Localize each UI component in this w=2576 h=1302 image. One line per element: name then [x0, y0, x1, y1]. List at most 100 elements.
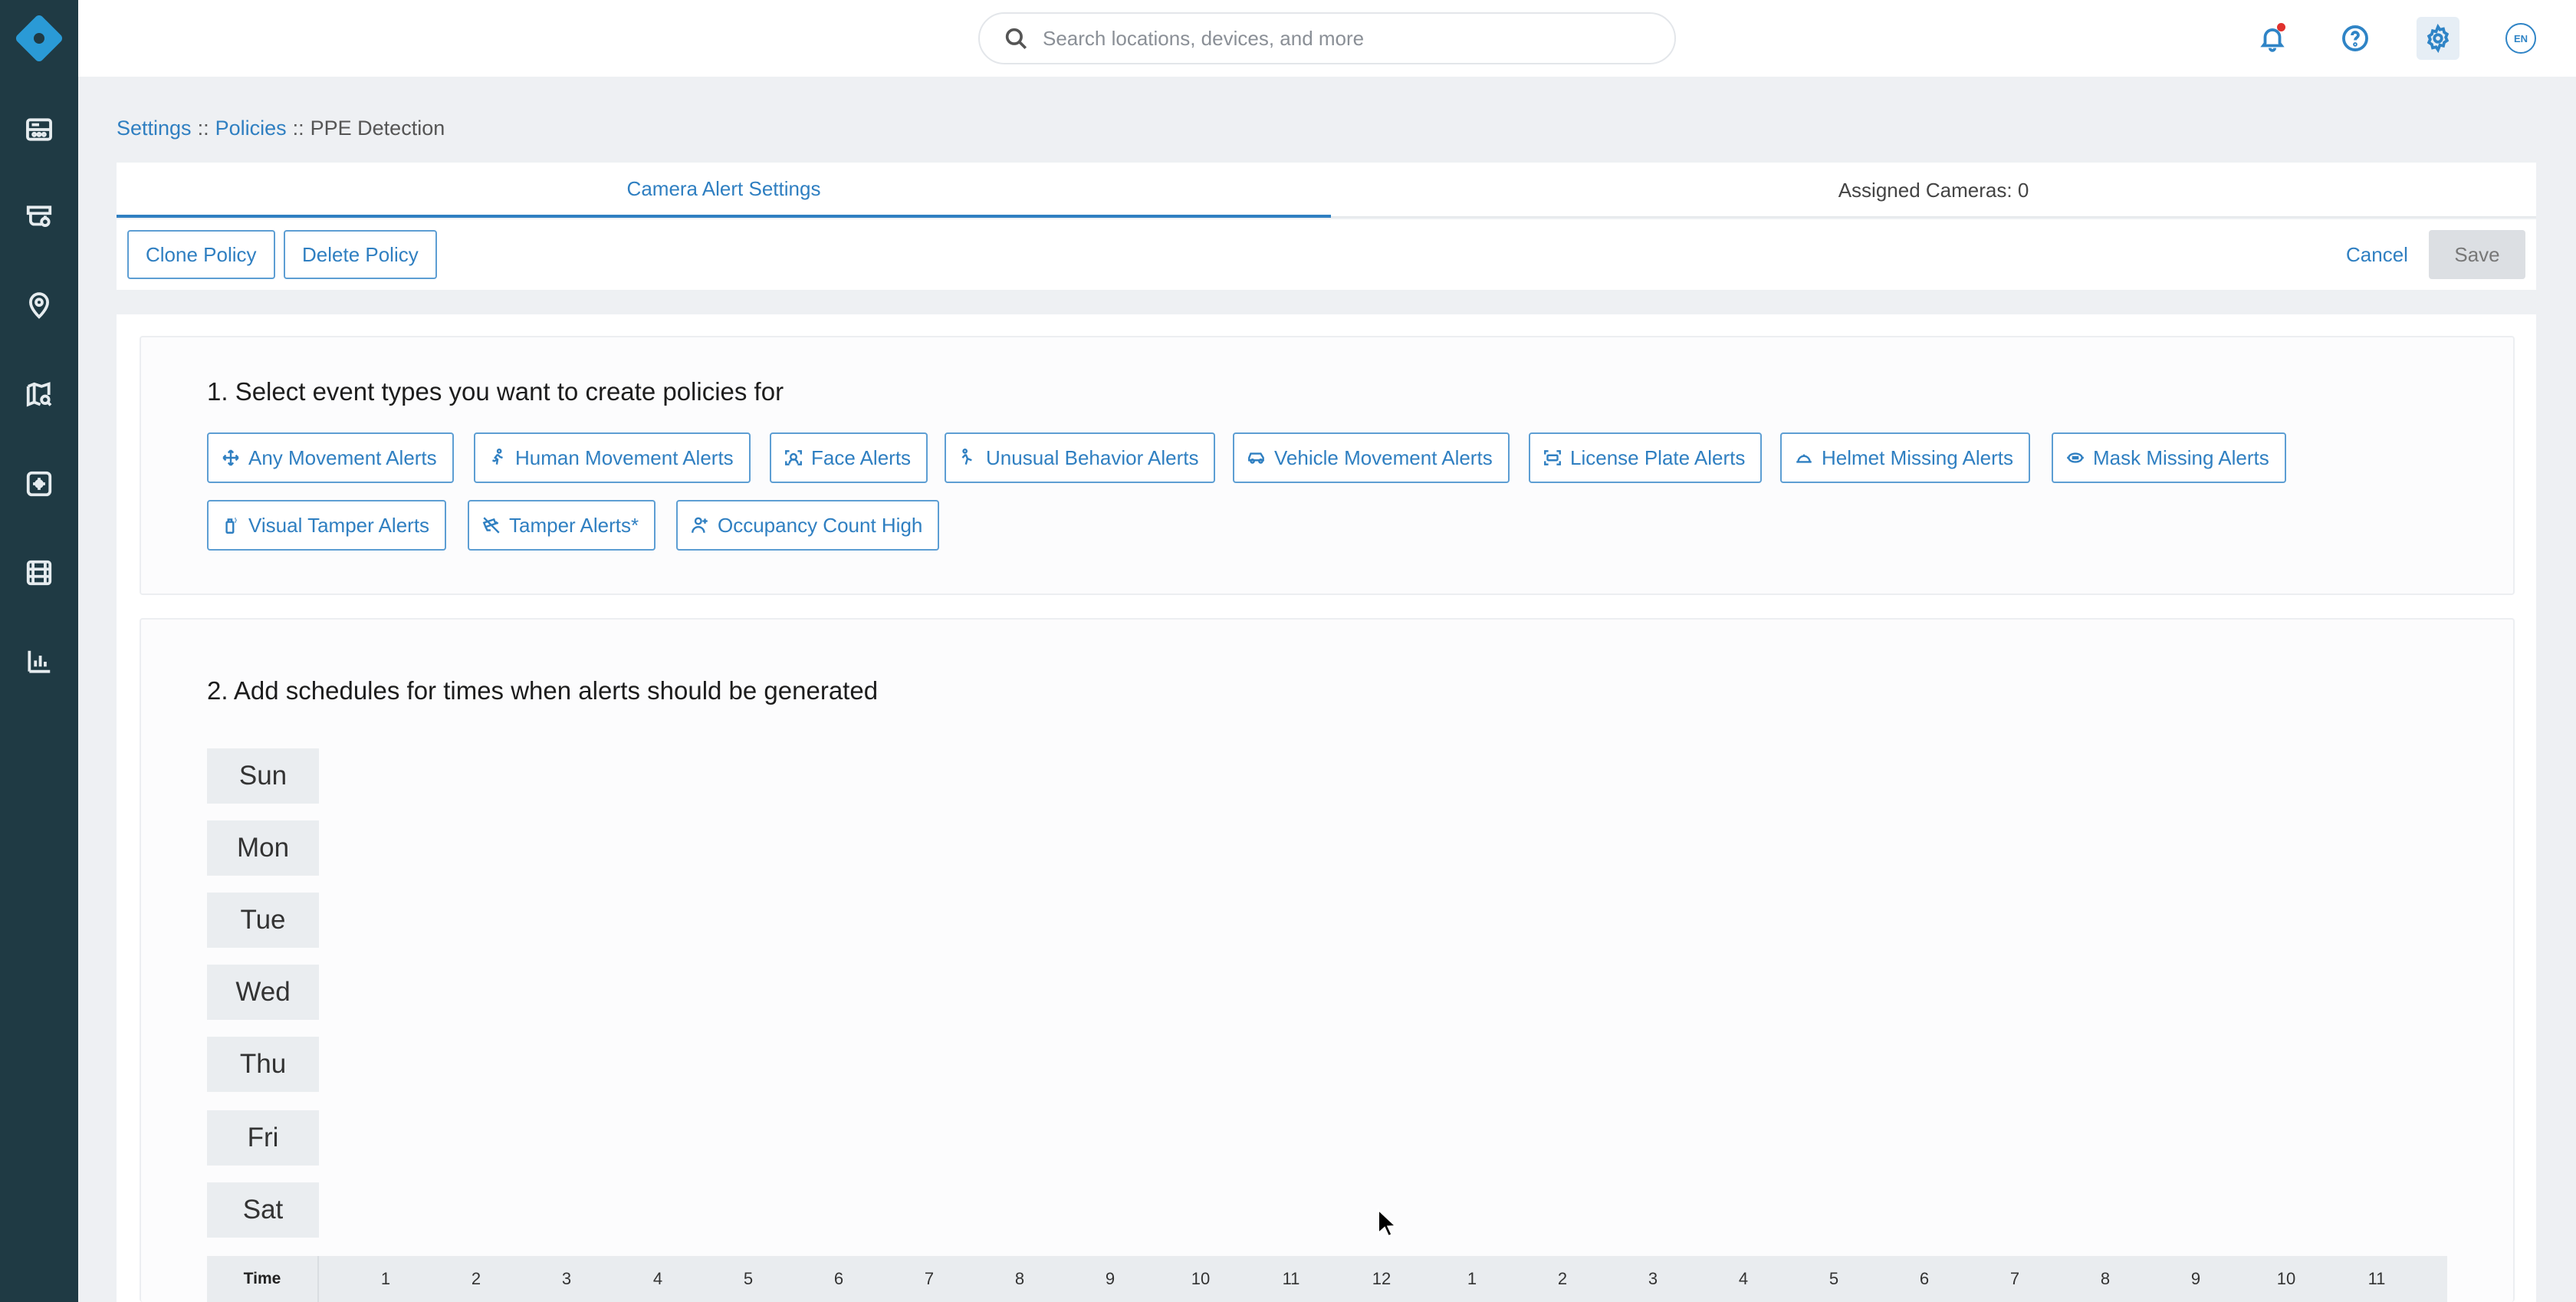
hour-tick: 9: [1105, 1269, 1116, 1288]
notifications-button[interactable]: [2251, 17, 2294, 60]
chip-unusual-behavior[interactable]: Unusual Behavior Alerts: [945, 432, 1216, 483]
chip-label: Tamper Alerts*: [509, 513, 639, 537]
breadcrumb-separator: ::: [292, 117, 304, 140]
day-sun[interactable]: Sun: [207, 748, 319, 804]
hour-tick: 2: [1557, 1269, 1568, 1288]
hour-tick: 10: [1191, 1269, 1211, 1288]
chip-label: Face Alerts: [811, 446, 912, 469]
breadcrumb-policies[interactable]: Policies: [215, 117, 287, 140]
hour-tick: 6: [1919, 1269, 1930, 1288]
tab-bar: Camera Alert Settings Assigned Cameras: …: [117, 163, 2536, 218]
help-icon: [2342, 25, 2368, 51]
breadcrumb: Settings:: Policies:: PPE Detection: [117, 117, 445, 140]
chip-label: Mask Missing Alerts: [2093, 446, 2269, 469]
chip-visual-tamper[interactable]: Visual Tamper Alerts: [207, 500, 447, 551]
chip-tamper[interactable]: Tamper Alerts*: [468, 500, 656, 551]
chip-helmet-missing[interactable]: Helmet Missing Alerts: [1780, 432, 2030, 483]
cancel-button[interactable]: Cancel: [2346, 230, 2408, 279]
map-search-icon[interactable]: [20, 376, 58, 414]
search-bar[interactable]: [978, 12, 1676, 64]
car-icon: [1248, 452, 1264, 464]
tab-assigned-cameras[interactable]: Assigned Cameras: 0: [1331, 163, 2536, 218]
hour-tick: 12: [1372, 1269, 1392, 1288]
hour-tick: 4: [1738, 1269, 1749, 1288]
hour-tick: 7: [2009, 1269, 2020, 1288]
hour-tick: 8: [1014, 1269, 1025, 1288]
app-logo[interactable]: [13, 12, 65, 64]
hour-tick: 9: [2190, 1269, 2201, 1288]
day-sat[interactable]: Sat: [207, 1182, 319, 1238]
helmet-icon: [1796, 454, 1812, 463]
chip-label: Visual Tamper Alerts: [248, 513, 430, 537]
chip-label: Human Movement Alerts: [515, 446, 734, 469]
location-pin-icon[interactable]: [20, 287, 58, 325]
delete-policy-button[interactable]: Delete Policy: [284, 230, 437, 279]
falling-person-icon: [961, 448, 972, 465]
chip-label: Any Movement Alerts: [248, 446, 437, 469]
mouse-cursor-icon: [1378, 1208, 1397, 1238]
search-icon: [1005, 28, 1027, 50]
sidebar: [0, 0, 78, 1302]
chip-label: Vehicle Movement Alerts: [1274, 446, 1493, 469]
hour-tick: 11: [2367, 1269, 2386, 1288]
chip-any-movement[interactable]: Any Movement Alerts: [207, 432, 454, 483]
hour-tick: 8: [2100, 1269, 2111, 1288]
chip-human-movement[interactable]: Human Movement Alerts: [474, 432, 751, 483]
top-header: EN: [78, 0, 2576, 77]
tab-camera-alert-settings[interactable]: Camera Alert Settings: [117, 163, 1331, 218]
ai-chip-icon[interactable]: [20, 465, 58, 503]
language-badge: EN: [2505, 23, 2536, 54]
hour-tick: 3: [561, 1269, 572, 1288]
chip-label: License Plate Alerts: [1570, 446, 1746, 469]
save-button[interactable]: Save: [2429, 230, 2525, 279]
day-mon[interactable]: Mon: [207, 820, 319, 876]
face-scan-icon: [785, 450, 802, 465]
breadcrumb-settings[interactable]: Settings: [117, 117, 192, 140]
hour-tick: 10: [2276, 1269, 2296, 1288]
day-wed[interactable]: Wed: [207, 965, 319, 1020]
notification-dot: [2277, 23, 2285, 31]
time-axis-label: Time: [207, 1256, 319, 1302]
hour-tick: 7: [924, 1269, 935, 1288]
breadcrumb-current: PPE Detection: [310, 117, 445, 140]
move-arrows-icon: [222, 449, 239, 466]
film-icon[interactable]: [20, 554, 58, 592]
bar-chart-icon[interactable]: [20, 643, 58, 681]
chip-label: Occupancy Count High: [718, 513, 923, 537]
chip-face[interactable]: Face Alerts: [770, 432, 928, 483]
hour-tick: 5: [1829, 1269, 1839, 1288]
running-person-icon: [491, 448, 503, 465]
dashboard-icon[interactable]: [20, 110, 58, 149]
occupancy-person-icon: [692, 517, 708, 533]
day-tue[interactable]: Tue: [207, 893, 319, 948]
camera-devices-icon[interactable]: [20, 198, 58, 236]
hour-tick: 2: [471, 1269, 481, 1288]
hour-tick: 6: [833, 1269, 844, 1288]
chip-license-plate[interactable]: License Plate Alerts: [1529, 432, 1763, 483]
license-plate-icon: [1544, 450, 1561, 465]
hour-tick: 4: [652, 1269, 663, 1288]
chip-vehicle-movement[interactable]: Vehicle Movement Alerts: [1233, 432, 1510, 483]
section-title-event-types: 1. Select event types you want to create…: [207, 377, 784, 406]
hour-tick: 1: [380, 1269, 391, 1288]
tamper-camera-icon: [482, 517, 500, 534]
time-axis: Time 1 2 3 4 5 6 7 8 9 10 11 12 1 2 3 4 …: [207, 1256, 2447, 1302]
day-thu[interactable]: Thu: [207, 1037, 319, 1092]
chip-label: Helmet Missing Alerts: [1822, 446, 2013, 469]
policy-toolbar: Clone Policy Delete Policy Cancel Save: [117, 219, 2536, 290]
schedule-card: [140, 618, 2515, 1302]
settings-button[interactable]: [2417, 17, 2459, 60]
chip-label: Unusual Behavior Alerts: [986, 446, 1199, 469]
chip-occupancy-count-high[interactable]: Occupancy Count High: [676, 500, 940, 551]
hour-tick: 3: [1648, 1269, 1658, 1288]
day-fri[interactable]: Fri: [207, 1110, 319, 1166]
spray-can-icon: [225, 518, 237, 534]
search-input[interactable]: [1043, 26, 1641, 51]
chip-mask-missing[interactable]: Mask Missing Alerts: [2052, 432, 2286, 483]
help-button[interactable]: [2334, 17, 2377, 60]
hour-tick: 11: [1282, 1269, 1300, 1288]
hour-tick: 1: [1467, 1269, 1477, 1288]
section-title-schedules: 2. Add schedules for times when alerts s…: [207, 676, 879, 705]
language-button[interactable]: EN: [2499, 17, 2542, 60]
clone-policy-button[interactable]: Clone Policy: [127, 230, 275, 279]
